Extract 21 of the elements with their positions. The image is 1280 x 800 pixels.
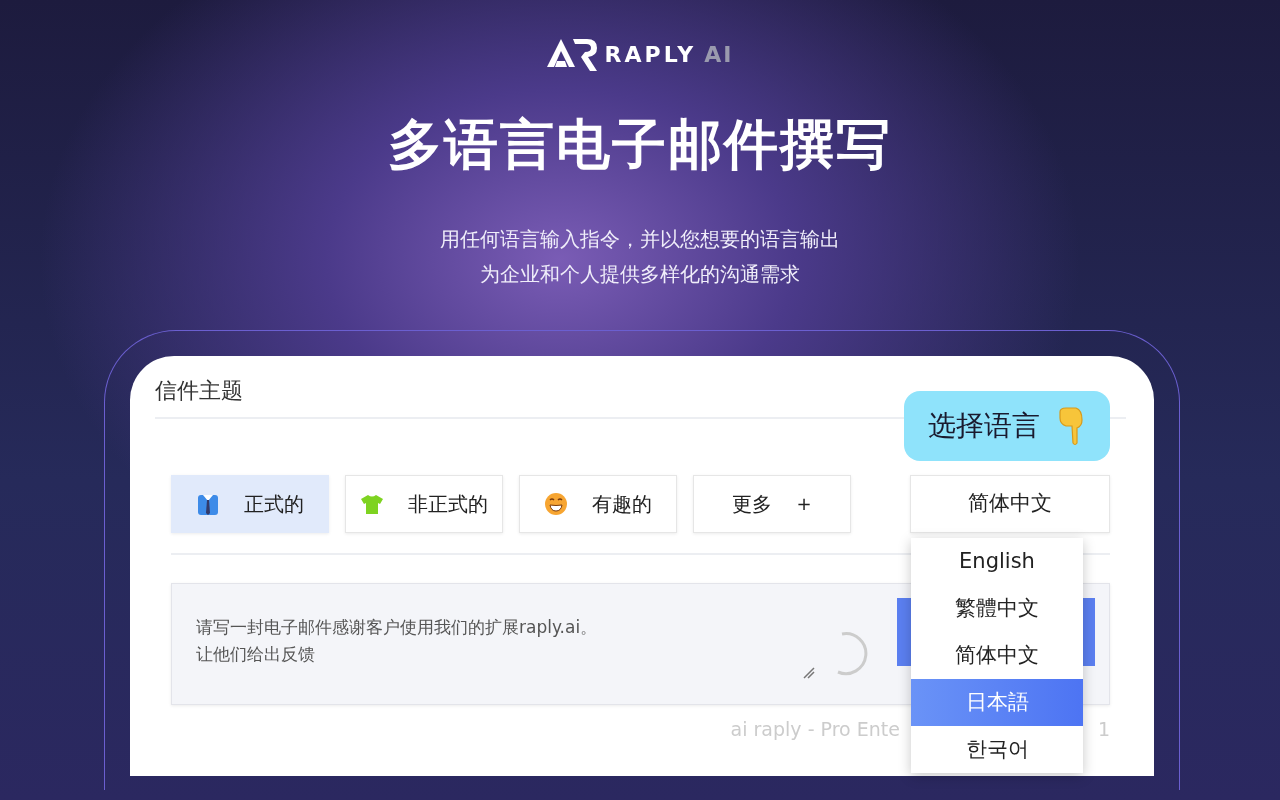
logo-suffix: AI: [704, 41, 734, 69]
prompt-text: 请写一封电子邮件感谢客户使用我们的扩展raply.ai。: [196, 615, 598, 639]
subtitle-line: 为企业和个人提供多样化的沟通需求: [480, 260, 800, 288]
logo-icon: [546, 38, 597, 71]
loading-spinner-icon: [802, 629, 868, 680]
tone-option[interactable]: 有趣的: [519, 474, 677, 533]
language-option[interactable]: 繁體中文: [911, 584, 1083, 632]
subtitle-line: 用任何语言输入指令，并以您想要的语言输出: [440, 225, 840, 253]
language-select[interactable]: 简体中文: [910, 474, 1110, 533]
t-shirt-icon: [360, 492, 384, 515]
tone-option[interactable]: 正式的: [171, 474, 329, 533]
tone-option[interactable]: 非正式的: [345, 474, 503, 533]
prompt-text: 让他们给出反馈: [196, 642, 315, 666]
headline: 多语言电子邮件撰写: [388, 113, 892, 178]
language-option[interactable]: 한국어: [911, 725, 1083, 773]
pointing-hand-icon: [1056, 405, 1086, 446]
logo-text: RAPLY: [604, 41, 697, 69]
grinning-face-icon: [544, 491, 568, 516]
language-option[interactable]: English: [911, 537, 1083, 585]
language-option[interactable]: 简体中文: [911, 631, 1083, 679]
tone-option[interactable]: 更多 +: [693, 474, 851, 533]
